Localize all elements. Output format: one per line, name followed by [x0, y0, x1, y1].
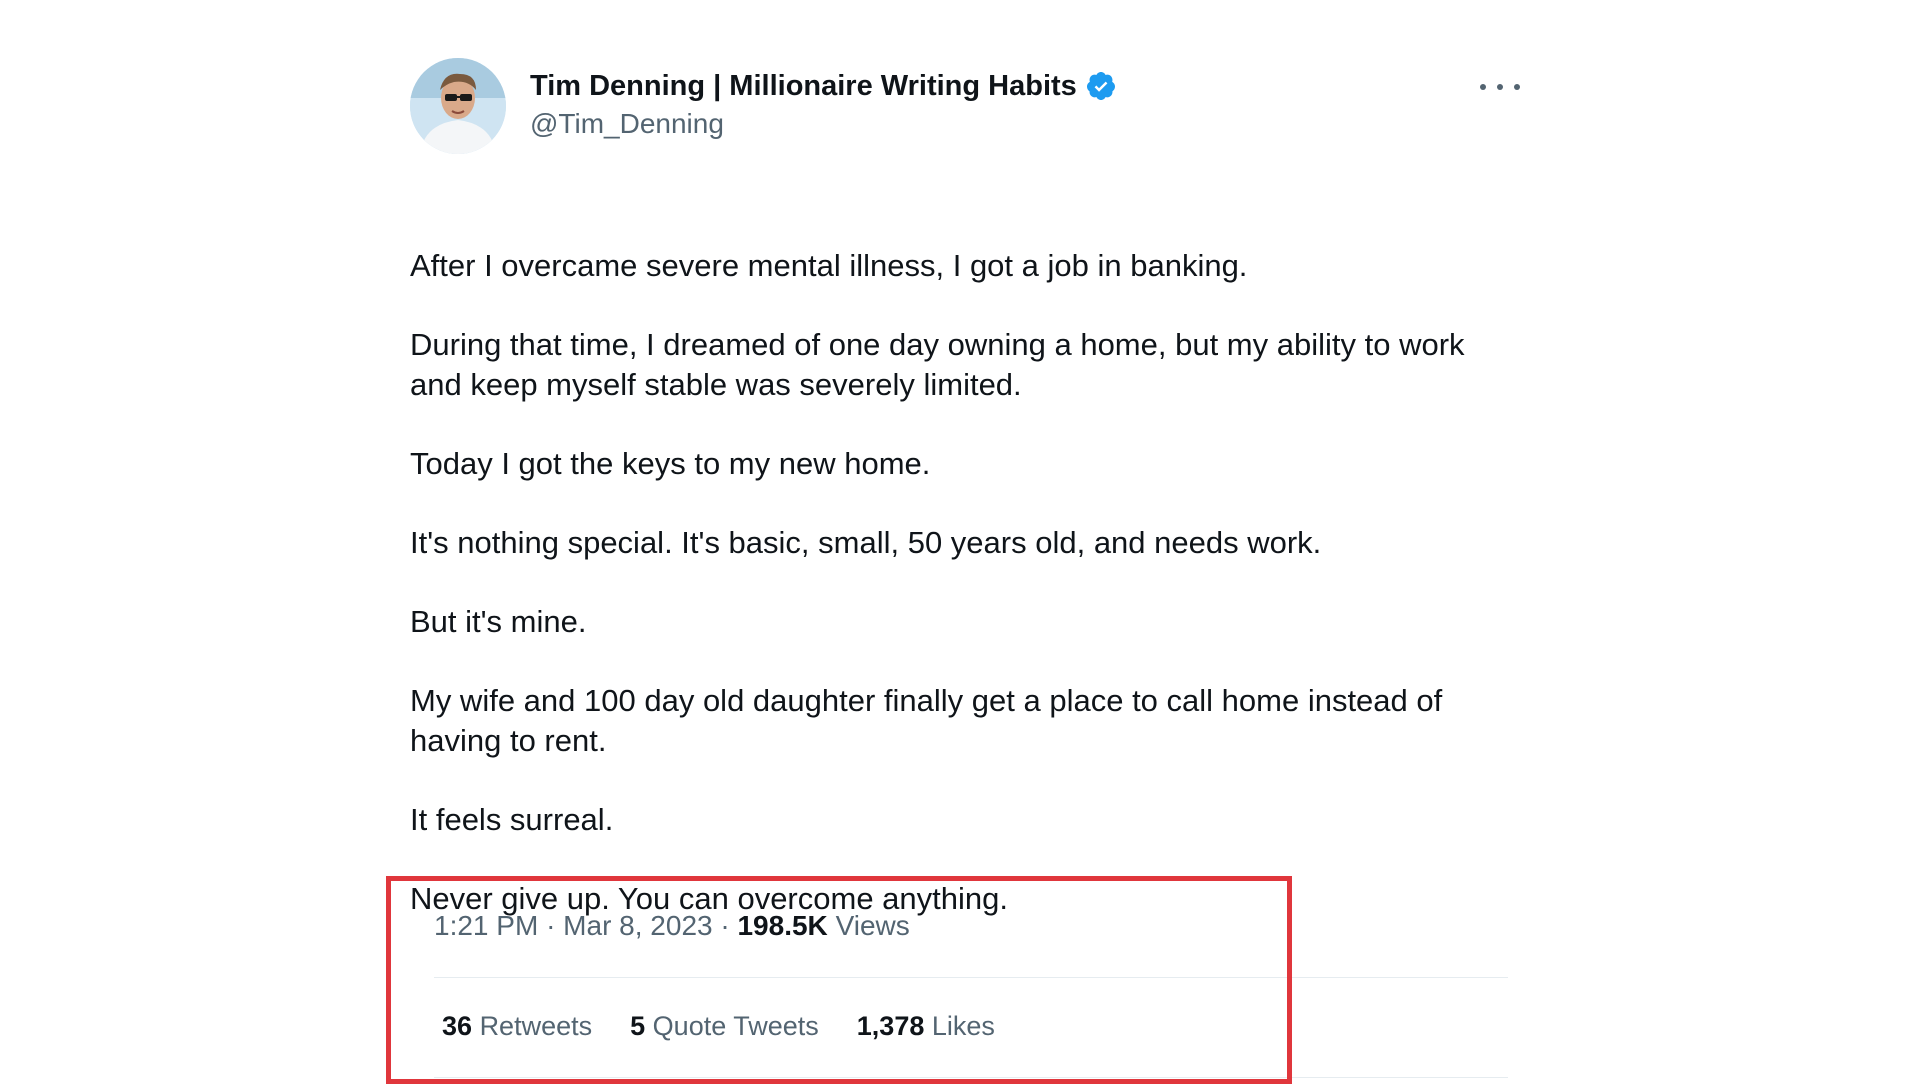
tweet-paragraph: Today I got the keys to my new home.	[410, 446, 931, 481]
verified-badge-icon	[1085, 70, 1117, 102]
more-dot	[1514, 84, 1520, 90]
tweet-header: Tim Denning | Millionaire Writing Habits…	[410, 58, 1520, 158]
tweet-card: Tim Denning | Millionaire Writing Habits…	[410, 58, 1520, 919]
more-dot	[1480, 84, 1486, 90]
avatar-image	[410, 58, 506, 154]
tweet-paragraph: But it's mine.	[410, 604, 587, 639]
tweet-paragraph: It feels surreal.	[410, 802, 614, 837]
tweet-paragraph: After I overcame severe mental illness, …	[410, 248, 1248, 283]
tweet-paragraph: It's nothing special. It's basic, small,…	[410, 525, 1322, 560]
tweet-body: After I overcame severe mental illness, …	[410, 246, 1520, 919]
more-horizontal-icon[interactable]	[1480, 72, 1520, 102]
tweet-paragraph: My wife and 100 day old daughter finally…	[410, 683, 1451, 758]
author-handle[interactable]: @Tim_Denning	[530, 108, 1117, 140]
author-names: Tim Denning | Millionaire Writing Habits…	[530, 68, 1117, 140]
display-name[interactable]: Tim Denning | Millionaire Writing Habits	[530, 70, 1077, 103]
display-name-row: Tim Denning | Millionaire Writing Habits	[530, 68, 1117, 104]
avatar[interactable]	[410, 58, 506, 154]
tweet-paragraph: During that time, I dreamed of one day o…	[410, 327, 1474, 402]
highlight-box	[386, 876, 1292, 1084]
more-dot	[1497, 84, 1503, 90]
